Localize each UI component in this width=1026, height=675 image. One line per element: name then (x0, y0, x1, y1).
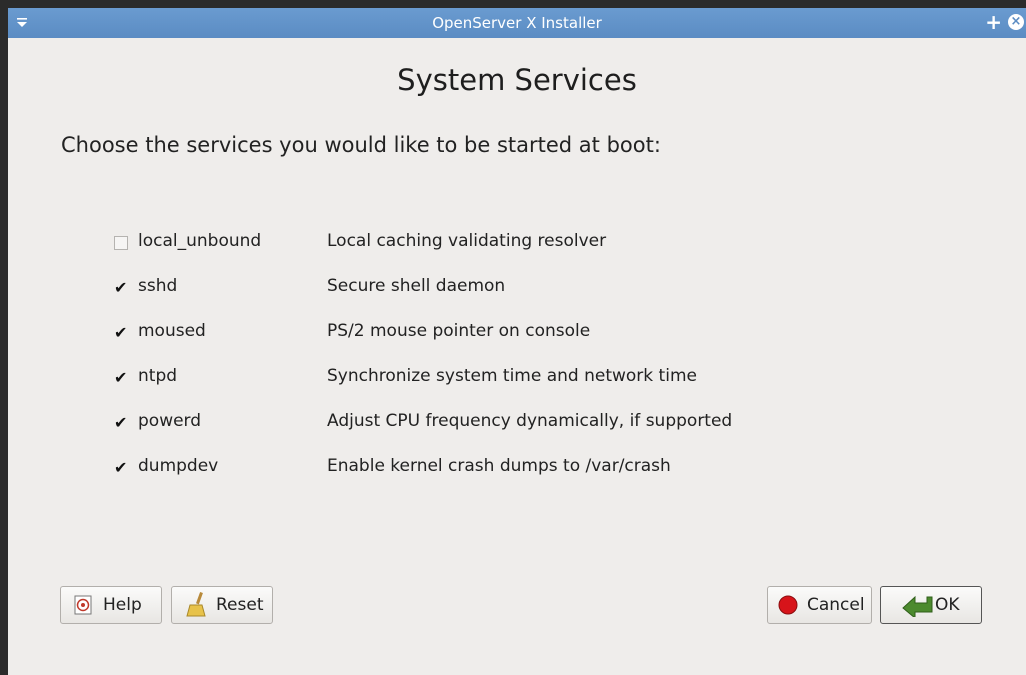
checkmark-icon: ✔ (114, 413, 128, 432)
service-name[interactable]: dumpdev (138, 456, 218, 476)
broom-icon (186, 592, 206, 617)
service-row-local_unbound[interactable]: local_unbound Local caching validating re… (114, 230, 754, 258)
checkmark-icon: ✔ (114, 323, 128, 342)
service-description: Local caching validating resolver (327, 231, 607, 251)
title-bar: OpenServer X Installer + × (8, 8, 1026, 38)
checkmark-icon: ✔ (114, 368, 128, 387)
service-checkbox-ntpd[interactable]: ✔ (114, 368, 128, 387)
service-row-powerd[interactable]: ✔ powerd Adjust CPU frequency dynamically,… (114, 410, 754, 438)
ok-button[interactable]: OK (880, 586, 982, 624)
service-row-sshd[interactable]: ✔ sshd Secure shell daemon (114, 275, 754, 303)
service-description: Enable kernel crash dumps to /var/crash (327, 456, 671, 476)
help-button-label: Help (103, 595, 142, 615)
service-checkbox-local_unbound[interactable] (114, 236, 128, 250)
service-name[interactable]: moused (138, 321, 206, 341)
maximize-icon[interactable]: + (985, 10, 1002, 34)
service-name[interactable]: ntpd (138, 366, 177, 386)
service-description: Secure shell daemon (327, 276, 506, 296)
stop-icon (778, 595, 798, 615)
green-arrow-icon (902, 595, 933, 617)
window-title: OpenServer X Installer (432, 14, 602, 32)
service-name[interactable]: sshd (138, 276, 177, 296)
service-description: Synchronize system time and network time (327, 366, 697, 386)
service-description: PS/2 mouse pointer on console (327, 321, 591, 341)
service-checkbox-powerd[interactable]: ✔ (114, 413, 128, 432)
page-title: System Services (397, 63, 637, 97)
page-subtitle: Choose the services you would like to be… (61, 133, 661, 157)
cancel-button[interactable]: Cancel (767, 586, 872, 624)
reset-button[interactable]: Reset (171, 586, 273, 624)
service-name[interactable]: local_unbound (138, 231, 261, 251)
service-row-moused[interactable]: ✔ moused PS/2 mouse pointer on console (114, 320, 754, 348)
help-button[interactable]: Help (60, 586, 162, 624)
help-icon (74, 595, 92, 615)
service-checkbox-moused[interactable]: ✔ (114, 323, 128, 342)
service-checkbox-dumpdev[interactable]: ✔ (114, 458, 128, 477)
checkmark-icon: ✔ (114, 458, 128, 477)
ok-button-label: OK (935, 595, 960, 615)
close-icon[interactable]: × (1008, 14, 1024, 30)
cancel-button-label: Cancel (807, 595, 865, 615)
checkmark-icon: ✔ (114, 278, 128, 297)
installer-window: OpenServer X Installer + × System Servic… (8, 8, 1026, 675)
service-checkbox-sshd[interactable]: ✔ (114, 278, 128, 297)
service-row-ntpd[interactable]: ✔ ntpd Synchronize system time and network… (114, 365, 754, 393)
reset-button-label: Reset (216, 595, 264, 615)
service-row-dumpdev[interactable]: ✔ dumpdev Enable kernel crash dumps to /va… (114, 455, 754, 483)
service-description: Adjust CPU frequency dynamically, if sup… (327, 411, 733, 431)
service-name[interactable]: powerd (138, 411, 201, 431)
